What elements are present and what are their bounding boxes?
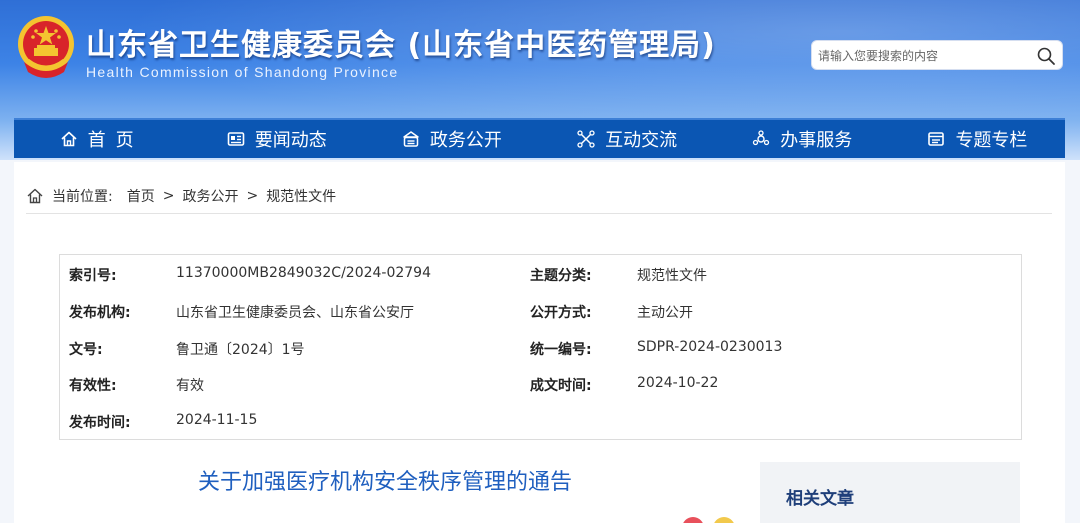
topic-icon — [928, 132, 945, 146]
nav-item-label: 政务公开 — [429, 130, 502, 151]
news-icon — [227, 132, 245, 146]
meta-label-disclosure: 公开方式: — [530, 305, 592, 321]
meta-label-validity: 有效性: — [69, 378, 117, 394]
related-articles-panel: 相关文章 — [760, 462, 1020, 523]
meta-value-publish-date: 2024-11-15 — [176, 412, 258, 428]
breadcrumb: 当前位置: 首页 > 政务公开 > 规范性文件 — [26, 186, 336, 206]
nav-item-topic[interactable]: 专题专栏 — [890, 120, 1065, 158]
meta-label-index: 索引号: — [69, 268, 117, 284]
meta-value-unified-number: SDPR-2024-0230013 — [637, 339, 783, 355]
nav-item-home[interactable]: 首页 — [14, 120, 189, 158]
national-emblem-icon — [18, 16, 74, 78]
breadcrumb-label: 当前位置: — [52, 189, 113, 205]
site-subtitle: Health Commission of Shandong Province — [86, 64, 399, 80]
search-icon[interactable] — [1036, 46, 1056, 66]
meta-label-written-date: 成文时间: — [530, 378, 592, 394]
search-input[interactable] — [818, 45, 1033, 67]
document-metadata-table: 索引号: 11370000MB2849032C/2024-02794 主题分类:… — [59, 254, 1022, 440]
home-icon — [27, 188, 43, 204]
breadcrumb-separator: > — [162, 188, 175, 204]
meta-label-doc-number: 文号: — [69, 342, 103, 358]
nav-item-label: 首页 — [87, 130, 144, 151]
interaction-icon — [577, 130, 595, 148]
nav-item-interaction[interactable]: 互动交流 — [540, 120, 715, 158]
meta-label-publisher: 发布机构: — [69, 305, 131, 321]
document-title: 关于加强医疗机构安全秩序管理的通告 — [198, 470, 573, 495]
nav-item-label: 专题专栏 — [955, 130, 1028, 151]
breadcrumb-link-gov-open[interactable]: 政务公开 — [182, 186, 238, 206]
home-icon — [61, 131, 77, 147]
meta-value-publisher: 山东省卫生健康委员会、山东省公安厅 — [176, 305, 414, 321]
site-title: 山东省卫生健康委员会 (山东省中医药管理局) — [86, 28, 716, 63]
share-buttons — [678, 517, 736, 523]
meta-value-validity: 有效 — [176, 378, 204, 394]
breadcrumb-separator: > — [246, 188, 259, 204]
meta-value-topic: 规范性文件 — [637, 268, 707, 284]
share-qzone-icon[interactable] — [713, 517, 736, 523]
nav-item-label: 要闻动态 — [254, 130, 327, 151]
nav-item-service[interactable]: 办事服务 — [715, 120, 890, 158]
meta-value-index: 11370000MB2849032C/2024-02794 — [176, 265, 432, 281]
nav-item-label: 办事服务 — [780, 130, 853, 151]
nav-item-news[interactable]: 要闻动态 — [189, 120, 364, 158]
meta-label-unified-number: 统一编号: — [530, 342, 592, 358]
breadcrumb-link-normative-docs[interactable]: 规范性文件 — [266, 186, 336, 206]
breadcrumb-link-home[interactable]: 首页 — [127, 186, 155, 206]
nav-item-gov-open[interactable]: 政务公开 — [364, 120, 539, 158]
meta-value-disclosure: 主动公开 — [637, 305, 693, 321]
meta-label-publish-date: 发布时间: — [69, 415, 131, 431]
meta-value-written-date: 2024-10-22 — [637, 375, 719, 391]
main-nav: 首页 要闻动态 政务公开 互动交流 办事服务 专题专栏 — [14, 118, 1065, 158]
meta-value-doc-number: 鲁卫通〔2024〕1号 — [176, 342, 305, 358]
content-area: 当前位置: 首页 > 政务公开 > 规范性文件 索引号: 11370000MB2… — [14, 162, 1065, 523]
gov-open-icon — [403, 131, 419, 147]
divider — [26, 213, 1052, 214]
search-box — [811, 40, 1063, 70]
nav-item-label: 互动交流 — [605, 130, 678, 151]
related-articles-title: 相关文章 — [786, 489, 854, 509]
meta-label-topic: 主题分类: — [530, 268, 592, 284]
service-icon — [753, 130, 770, 146]
share-weibo-icon[interactable] — [682, 517, 704, 523]
